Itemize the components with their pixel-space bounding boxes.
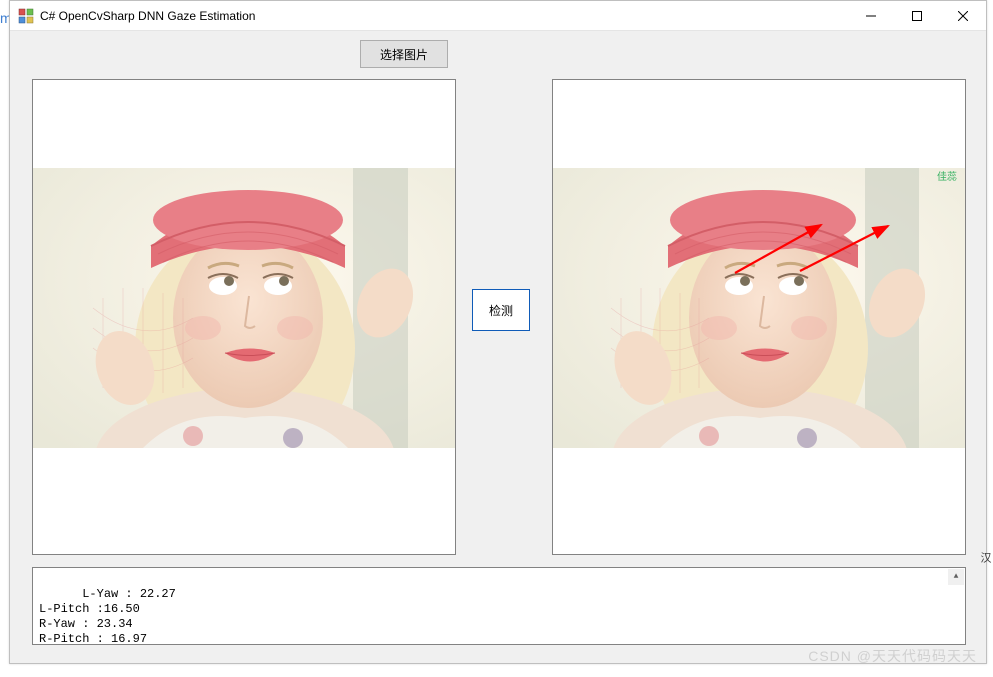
titlebar: C# OpenCvSharp DNN Gaze Estimation — [10, 1, 986, 31]
right-edge-label: 汉 — [977, 552, 993, 563]
close-button[interactable] — [940, 1, 986, 31]
window-content: 选择图片 检测 — [10, 31, 986, 663]
app-icon — [18, 8, 34, 24]
detect-button[interactable]: 检测 — [472, 289, 530, 331]
scroll-up-icon[interactable]: ▲ — [948, 569, 964, 585]
app-window: C# OpenCvSharp DNN Gaze Estimation 选择图片 … — [9, 0, 987, 664]
result-textbox[interactable]: L-Yaw : 22.27 L-Pitch :16.50 R-Yaw : 23.… — [32, 567, 966, 645]
select-image-button[interactable]: 选择图片 — [360, 40, 448, 68]
maximize-button[interactable] — [894, 1, 940, 31]
output-text: L-Yaw : 22.27 L-Pitch :16.50 R-Yaw : 23.… — [39, 587, 176, 646]
watermark-text: CSDN @天天代码码天天 — [808, 646, 977, 666]
input-image — [33, 168, 455, 448]
input-image-panel — [32, 79, 456, 555]
output-image: 佳蕊 — [553, 168, 965, 448]
output-image-panel: 佳蕊 — [552, 79, 966, 555]
minimize-button[interactable] — [848, 1, 894, 31]
image-marker: 佳蕊 — [937, 170, 957, 183]
window-title: C# OpenCvSharp DNN Gaze Estimation — [40, 9, 255, 23]
